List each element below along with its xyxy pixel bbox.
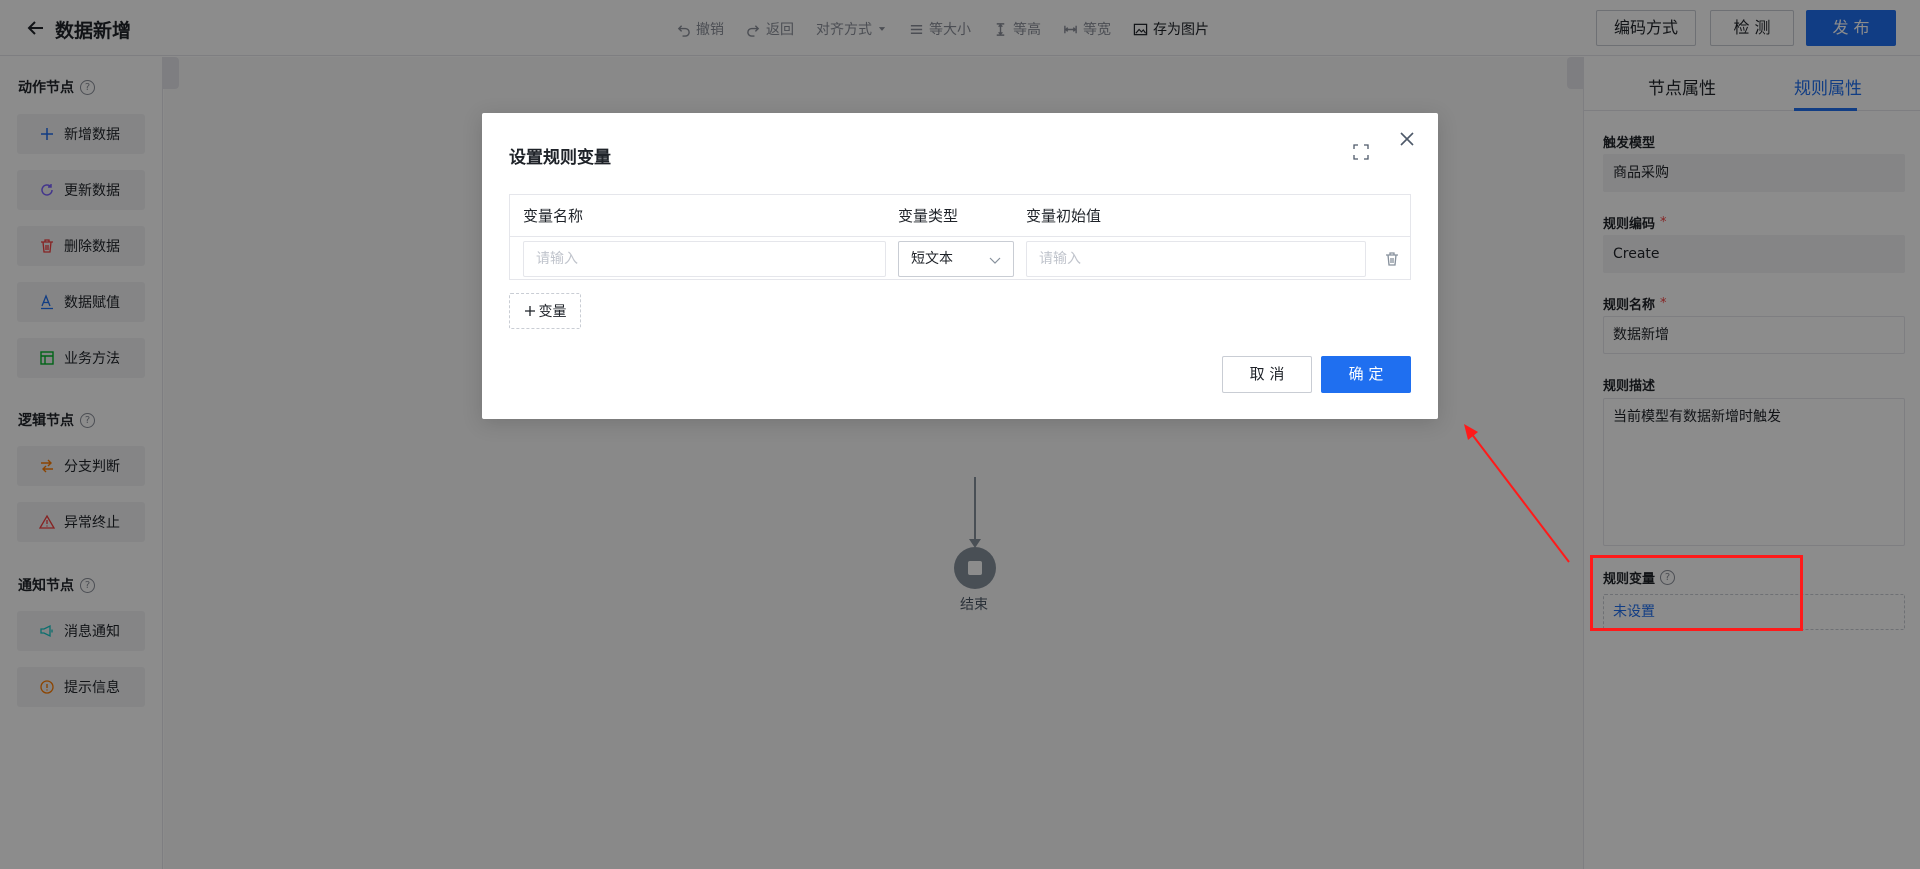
- add-variable-button[interactable]: 变量: [509, 293, 581, 329]
- variable-name-input[interactable]: 请输入: [523, 241, 886, 277]
- close-icon[interactable]: [1399, 131, 1415, 147]
- dialog-title: 设置规则变量: [509, 148, 611, 168]
- variable-initial-input[interactable]: 请输入: [1026, 241, 1366, 277]
- fullscreen-icon[interactable]: [1353, 144, 1369, 160]
- chevron-down-icon: [989, 257, 1001, 264]
- cancel-button[interactable]: 取 消: [1222, 356, 1312, 393]
- plus-icon: [524, 306, 535, 316]
- column-header-type: 变量类型: [898, 207, 959, 225]
- column-header-name: 变量名称: [523, 207, 584, 225]
- table-divider: [510, 236, 1410, 237]
- annotation-highlight-box: [1590, 555, 1803, 631]
- variable-table: 变量名称 变量类型 变量初始值 请输入 短文本 请输入: [509, 194, 1411, 280]
- variable-type-select[interactable]: 短文本: [898, 241, 1014, 277]
- column-header-initial: 变量初始值: [1026, 207, 1102, 225]
- confirm-button[interactable]: 确 定: [1321, 356, 1411, 393]
- rule-variable-dialog: 设置规则变量 变量名称 变量类型 变量初始值 请输入 短文本 请输入 变量 取 …: [482, 113, 1438, 419]
- trash-icon[interactable]: [1384, 251, 1400, 267]
- variable-type-value: 短文本: [911, 251, 953, 267]
- add-variable-label: 变量: [538, 304, 567, 320]
